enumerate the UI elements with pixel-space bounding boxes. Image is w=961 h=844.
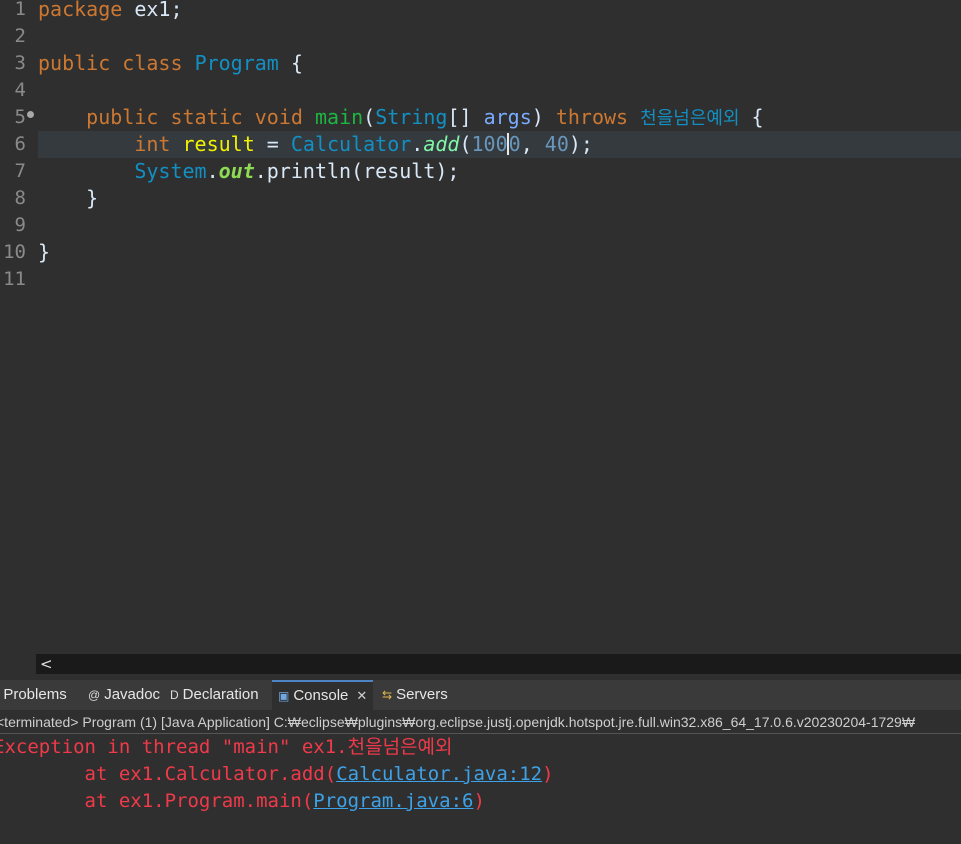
servers-icon: ⇆ (382, 688, 393, 702)
console-line-stack-1: at ex1.Calculator.add(Calculator.java:12… (0, 761, 554, 788)
number-literal: 100 (471, 132, 508, 156)
code-text: ) (531, 105, 556, 129)
static-field-name: out (218, 159, 255, 183)
code-text: , (520, 132, 545, 156)
close-icon[interactable]: ✕ (356, 688, 367, 703)
code-line-8[interactable]: } (38, 185, 961, 212)
console-line-exception: Exception in thread "main" ex1.천을넘은예외 (0, 734, 453, 761)
fold-collapse-icon[interactable] (27, 111, 34, 118)
panel-tab-bar: !Problems @Javadoc DDeclaration ▣Console… (0, 680, 961, 710)
class-name: System (134, 159, 207, 183)
line-number-gutter: 1 2 3 4 5 6 7 8 9 10 11 (0, 0, 38, 654)
tab-javadoc[interactable]: @ Javadoc (88, 680, 160, 710)
code-text: [] (447, 105, 484, 129)
variable-name: result (182, 132, 255, 156)
class-name: String (375, 105, 448, 129)
tab-problems[interactable]: !Problems (0, 680, 67, 710)
keyword: package (38, 0, 123, 21)
keyword: public (86, 105, 159, 129)
number-literal: 0 (508, 132, 521, 156)
stack-frame-text: ) (542, 763, 554, 785)
keyword: class (122, 51, 183, 75)
line-number: 3 (14, 52, 26, 74)
code-text: . (206, 159, 219, 183)
line-number: 11 (3, 268, 26, 290)
code-text: . (411, 132, 424, 156)
code-text: ( (459, 132, 472, 156)
console-status-line: <terminated> Program (1) [Java Applicati… (0, 711, 961, 734)
line-number: 6 (14, 133, 26, 155)
code-line-10[interactable]: } (38, 239, 961, 266)
code-text: ); (568, 132, 593, 156)
bottom-panel: !Problems @Javadoc DDeclaration ▣Console… (0, 674, 961, 844)
keyword: static (170, 105, 243, 129)
line-number: 4 (14, 79, 26, 101)
horizontal-scrollbar[interactable]: < (36, 654, 961, 674)
stack-frame-text: at ex1.Calculator.add( (0, 763, 337, 785)
console-process-info: <terminated> Program (1) [Java Applicati… (0, 714, 916, 730)
declaration-icon: D (170, 688, 179, 702)
keyword: void (254, 105, 303, 129)
line-number: 2 (14, 25, 26, 47)
line-number: 8 (14, 187, 26, 209)
line-number: 10 (3, 241, 26, 263)
line-number: 9 (14, 214, 26, 236)
method-name: println (266, 159, 352, 183)
scroll-left-arrow-icon[interactable]: < (40, 654, 53, 674)
stack-trace-link[interactable]: Calculator.java:12 (336, 763, 542, 785)
code-line-7[interactable]: System.out.println(result); (38, 158, 961, 185)
method-name: main (314, 105, 364, 129)
keyword: throws (555, 105, 629, 129)
javadoc-icon: @ (88, 688, 101, 702)
tab-label: Javadoc (104, 686, 161, 703)
tab-declaration[interactable]: D Declaration (170, 680, 259, 710)
code-text: . (254, 159, 267, 183)
line-number: 7 (14, 160, 26, 182)
code-text: = (254, 132, 291, 156)
exception-message: Exception in thread "main" ex1.천을넘은예외 (0, 736, 453, 758)
console-icon: ▣ (278, 689, 290, 703)
tab-label: Problems (3, 686, 67, 703)
code-text: { (278, 51, 303, 75)
stack-frame-text: ) (473, 790, 485, 812)
code-text: } (38, 240, 51, 264)
exception-class-name: 천을넘은예외 (640, 108, 740, 129)
tab-label: Declaration (182, 686, 259, 703)
stack-frame-text: at ex1.Program.main( (0, 790, 314, 812)
code-line-6-current[interactable]: int result = Calculator.add(1000, 40); (38, 131, 961, 158)
parameter-name: args (483, 105, 532, 129)
stack-trace-link[interactable]: Program.java:6 (313, 790, 473, 812)
code-text: } (86, 186, 99, 210)
line-number: 5 (14, 106, 26, 128)
code-editor[interactable]: 1 2 3 4 5 6 7 8 9 10 11 package ex1; pub… (0, 0, 961, 654)
static-method-name: add (423, 132, 460, 156)
code-line-5[interactable]: public static void main(String[] args) t… (38, 104, 961, 131)
console-line-stack-2: at ex1.Program.main(Program.java:6) (0, 788, 485, 815)
tab-console[interactable]: ▣ Console ✕ (272, 680, 374, 710)
tab-servers[interactable]: ⇆ Servers (382, 680, 448, 710)
class-name: Program (194, 51, 279, 75)
code-line-1[interactable]: package ex1; (38, 0, 961, 23)
code-text: ( (363, 105, 376, 129)
class-name: Calculator (290, 132, 412, 156)
keyword: public (38, 51, 111, 75)
tab-label: Servers (396, 686, 448, 703)
code-text: { (739, 105, 764, 129)
tab-label: Console (293, 687, 349, 704)
line-number: 1 (14, 0, 26, 20)
keyword: int (134, 132, 171, 156)
code-line-3[interactable]: public class Program { (38, 50, 961, 77)
code-text: (result); (351, 159, 460, 183)
code-text: ex1; (122, 0, 183, 21)
number-literal: 40 (544, 132, 569, 156)
